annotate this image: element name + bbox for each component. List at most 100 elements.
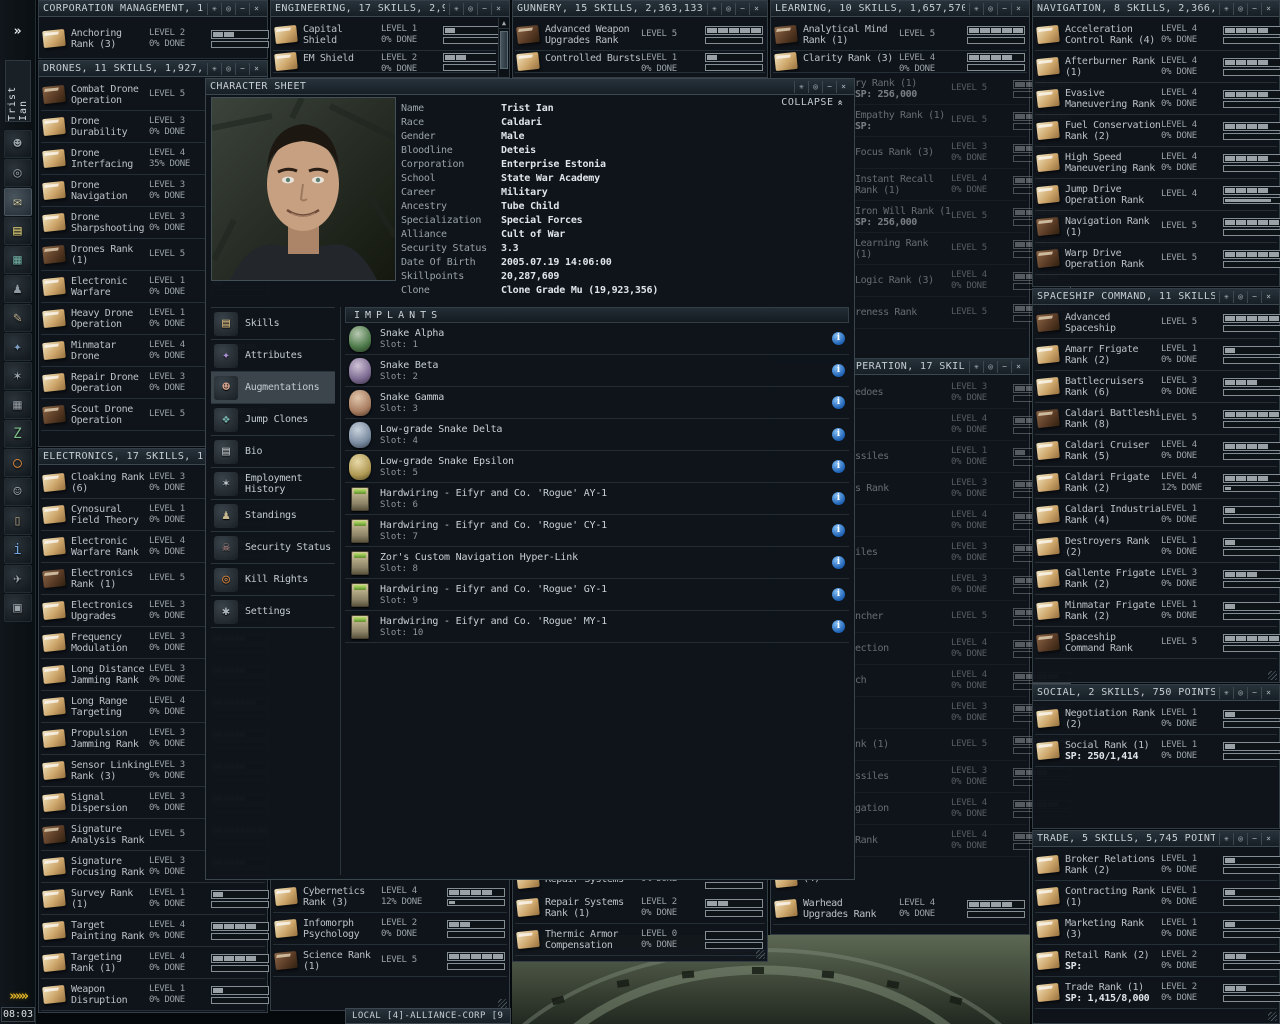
minimize-button[interactable]: − <box>997 2 1011 15</box>
minimize-button[interactable]: − <box>1247 290 1261 303</box>
minimize-button[interactable]: − <box>1247 686 1261 699</box>
implant-row[interactable]: Hardwiring - Eifyr and Co. 'Rogue' AY-1 S… <box>345 483 849 515</box>
tab-attributes[interactable]: ✦ Attributes <box>211 340 335 372</box>
close-button[interactable]: × <box>749 2 763 15</box>
tab-security-status[interactable]: ☠ Security Status <box>211 532 335 564</box>
pin-button[interactable]: ✳ <box>1219 832 1233 845</box>
info-button-icon[interactable]: i <box>832 332 845 345</box>
implant-row[interactable]: Hardwiring - Eifyr and Co. 'Rogue' CY-1 S… <box>345 515 849 547</box>
skill-row[interactable]: Battlecruisers Rank (6) LEVEL 3 0% DONE <box>1035 371 1280 403</box>
close-button[interactable]: × <box>1261 832 1275 845</box>
sidebar-character-name[interactable]: Trist Ian <box>4 60 31 122</box>
map-icon[interactable]: ✦ <box>3 333 32 361</box>
skill-row[interactable]: Targeting Rank (1) LEVEL 4 0% DONE <box>41 947 269 979</box>
ship-icon[interactable]: ✈ <box>3 565 32 593</box>
info-button-icon[interactable]: i <box>832 460 845 473</box>
window-titlebar[interactable]: SOCIAL, 2 SKILLS, 750 POINTS ✳ ◎ − × <box>1033 685 1279 701</box>
skill-row[interactable]: Cybernetics Rank (3) LEVEL 4 12% DONE <box>273 881 507 913</box>
skill-row[interactable]: Warhead Upgrades Rank LEVEL 4 0% DONE <box>773 893 1027 925</box>
skill-row[interactable]: Negotiation Rank (2) LEVEL 1 0% DONE <box>1035 703 1280 735</box>
tab-jump-clones[interactable]: ❖ Jump Clones <box>211 404 335 436</box>
skill-row[interactable]: Advanced Spaceship LEVEL 5 <box>1035 307 1280 339</box>
close-button[interactable]: × <box>249 2 263 15</box>
skill-row[interactable]: Caldari Cruiser Rank (5) LEVEL 4 0% DONE <box>1035 435 1280 467</box>
items-icon[interactable]: ▣ <box>3 594 32 622</box>
skill-row[interactable]: Thermic Armor Compensation LEVEL 0 0% DONE <box>515 924 765 956</box>
skill-row[interactable]: (4) <box>773 879 1027 893</box>
mail-icon[interactable]: ✉ <box>3 188 32 216</box>
tab-standings[interactable]: ♟ Standings <box>211 500 335 532</box>
skill-row[interactable]: Capital Shield LEVEL 1 0% DONE <box>273 19 501 51</box>
tab-skills[interactable]: ▤ Skills <box>211 308 335 340</box>
pin-button[interactable]: ✳ <box>207 2 221 15</box>
window-titlebar[interactable]: ENGINEERING, 17 SKILLS, 2,905,547 ✳◎−× <box>271 1 509 17</box>
skill-row[interactable]: EM Shield LEVEL 2 0% DONE <box>273 51 496 73</box>
implant-row[interactable]: Hardwiring - Eifyr and Co. 'Rogue' MY-1 S… <box>345 611 849 643</box>
skill-row[interactable]: Navigation Rank (1) LEVEL 5 <box>1035 211 1280 243</box>
close-button[interactable]: × <box>1261 686 1275 699</box>
info-button-icon[interactable]: i <box>832 364 845 377</box>
skill-row[interactable]: Minmatar Frigate Rank (2) LEVEL 1 0% DONE <box>1035 595 1280 627</box>
close-button[interactable]: × <box>1261 290 1275 303</box>
skill-row[interactable]: Retail Rank (2) SP: LEVEL 2 0% DONE <box>1035 945 1280 977</box>
opacity-button[interactable]: ◎ <box>221 2 235 15</box>
implant-row[interactable]: Snake Beta Slot: 2 i <box>345 355 849 387</box>
minimize-button[interactable]: − <box>822 80 836 93</box>
pin-button[interactable]: ✳ <box>969 360 983 373</box>
window-titlebar[interactable]: TRADE, 5 SKILLS, 5,745 POINTS ✳ ◎ − × <box>1033 831 1279 847</box>
tab-augmentations[interactable]: ☻ Augmentations <box>211 372 335 404</box>
scroll-up-icon[interactable]: ▲ <box>499 18 509 29</box>
opacity-button[interactable]: ◎ <box>221 62 235 75</box>
channels-icon[interactable]: ♟ <box>3 275 32 303</box>
skill-row[interactable]: Anchoring Rank (3) LEVEL 2 0% DONE <box>41 19 269 59</box>
log-icon[interactable]: ▯ <box>3 507 32 535</box>
minimize-button[interactable]: − <box>1247 2 1261 15</box>
minimize-button[interactable]: − <box>735 2 749 15</box>
skill-row[interactable]: Infomorph Psychology LEVEL 2 0% DONE <box>273 913 507 945</box>
window-titlebar[interactable]: CHARACTER SHEET ✳ ◎ − × <box>206 79 854 95</box>
pin-button[interactable]: ✳ <box>449 2 463 15</box>
info-button-icon[interactable]: i <box>832 492 845 505</box>
skill-row[interactable]: Repair Systems 0% DONE <box>515 879 765 892</box>
minimize-button[interactable]: − <box>235 2 249 15</box>
skill-row[interactable]: Caldari Battleship Rank (8) LEVEL 5 <box>1035 403 1280 435</box>
opacity-button[interactable]: ◎ <box>808 80 822 93</box>
minimize-button[interactable]: − <box>1247 832 1261 845</box>
skill-row[interactable]: High Speed Maneuvering Rank LEVEL 4 0% DONE <box>1035 147 1280 179</box>
opacity-button[interactable]: ◎ <box>983 360 997 373</box>
character-sheet-icon[interactable]: ☻ <box>3 130 32 158</box>
info-button-icon[interactable]: i <box>832 524 845 537</box>
implant-row[interactable]: Hardwiring - Eifyr and Co. 'Rogue' GY-1 S… <box>345 579 849 611</box>
info-button-icon[interactable]: i <box>832 428 845 441</box>
skill-row[interactable]: Trade Rank (1) SP: 1,415/8,000 LEVEL 2 0% D… <box>1035 977 1280 1009</box>
opacity-button[interactable]: ◎ <box>1233 2 1247 15</box>
skill-row[interactable]: Broker Relations Rank (2) LEVEL 1 0% DONE <box>1035 849 1280 881</box>
skill-row[interactable]: Destroyers Rank (2) LEVEL 1 0% DONE <box>1035 531 1280 563</box>
skill-row[interactable]: Gallente Frigate Rank (2) LEVEL 3 0% DONE <box>1035 563 1280 595</box>
tab-bio[interactable]: ▤ Bio <box>211 436 335 468</box>
pin-button[interactable]: ✳ <box>1219 290 1233 303</box>
skill-row[interactable]: Acceleration Control Rank (4) LEVEL 4 0% DO… <box>1035 19 1280 51</box>
implant-row[interactable]: Snake Gamma Slot: 3 i <box>345 387 849 419</box>
minimize-button[interactable]: − <box>235 62 249 75</box>
window-titlebar[interactable]: NAVIGATION, 8 SKILLS, 2,366,189 POIN ✳◎−… <box>1033 1 1279 17</box>
skill-row[interactable]: Caldari Industrial Rank (4) LEVEL 1 0% DONE <box>1035 499 1280 531</box>
chat-icon[interactable]: ☺ <box>3 478 32 506</box>
opacity-button[interactable]: ◎ <box>721 2 735 15</box>
people-and-places-icon[interactable]: ◎ <box>3 159 32 187</box>
pin-button[interactable]: ✳ <box>794 80 808 93</box>
skill-row[interactable]: Science Rank (1) LEVEL 5 <box>273 945 507 977</box>
pin-button[interactable]: ✳ <box>969 2 983 15</box>
info-icon[interactable]: i <box>3 536 32 564</box>
skill-row[interactable]: Afterburner Rank (1) LEVEL 4 0% DONE <box>1035 51 1280 83</box>
info-button-icon[interactable]: i <box>832 588 845 601</box>
skill-row[interactable]: Survey Rank (1) LEVEL 1 0% DONE <box>41 883 269 915</box>
pin-button[interactable]: ✳ <box>207 62 221 75</box>
skill-row[interactable]: Weapon Disruption LEVEL 1 0% DONE <box>41 979 269 1011</box>
chat-window-tab[interactable]: LOCAL [4]-ALLIANCE-CORP [9]-WAR.... <box>345 1008 511 1024</box>
info-button-icon[interactable]: i <box>832 556 845 569</box>
tab-employment-history[interactable]: ✶ Employment History <box>211 468 335 500</box>
implant-row[interactable]: Snake Alpha Slot: 1 i <box>345 323 849 355</box>
pin-button[interactable]: ✳ <box>707 2 721 15</box>
opacity-button[interactable]: ◎ <box>463 2 477 15</box>
